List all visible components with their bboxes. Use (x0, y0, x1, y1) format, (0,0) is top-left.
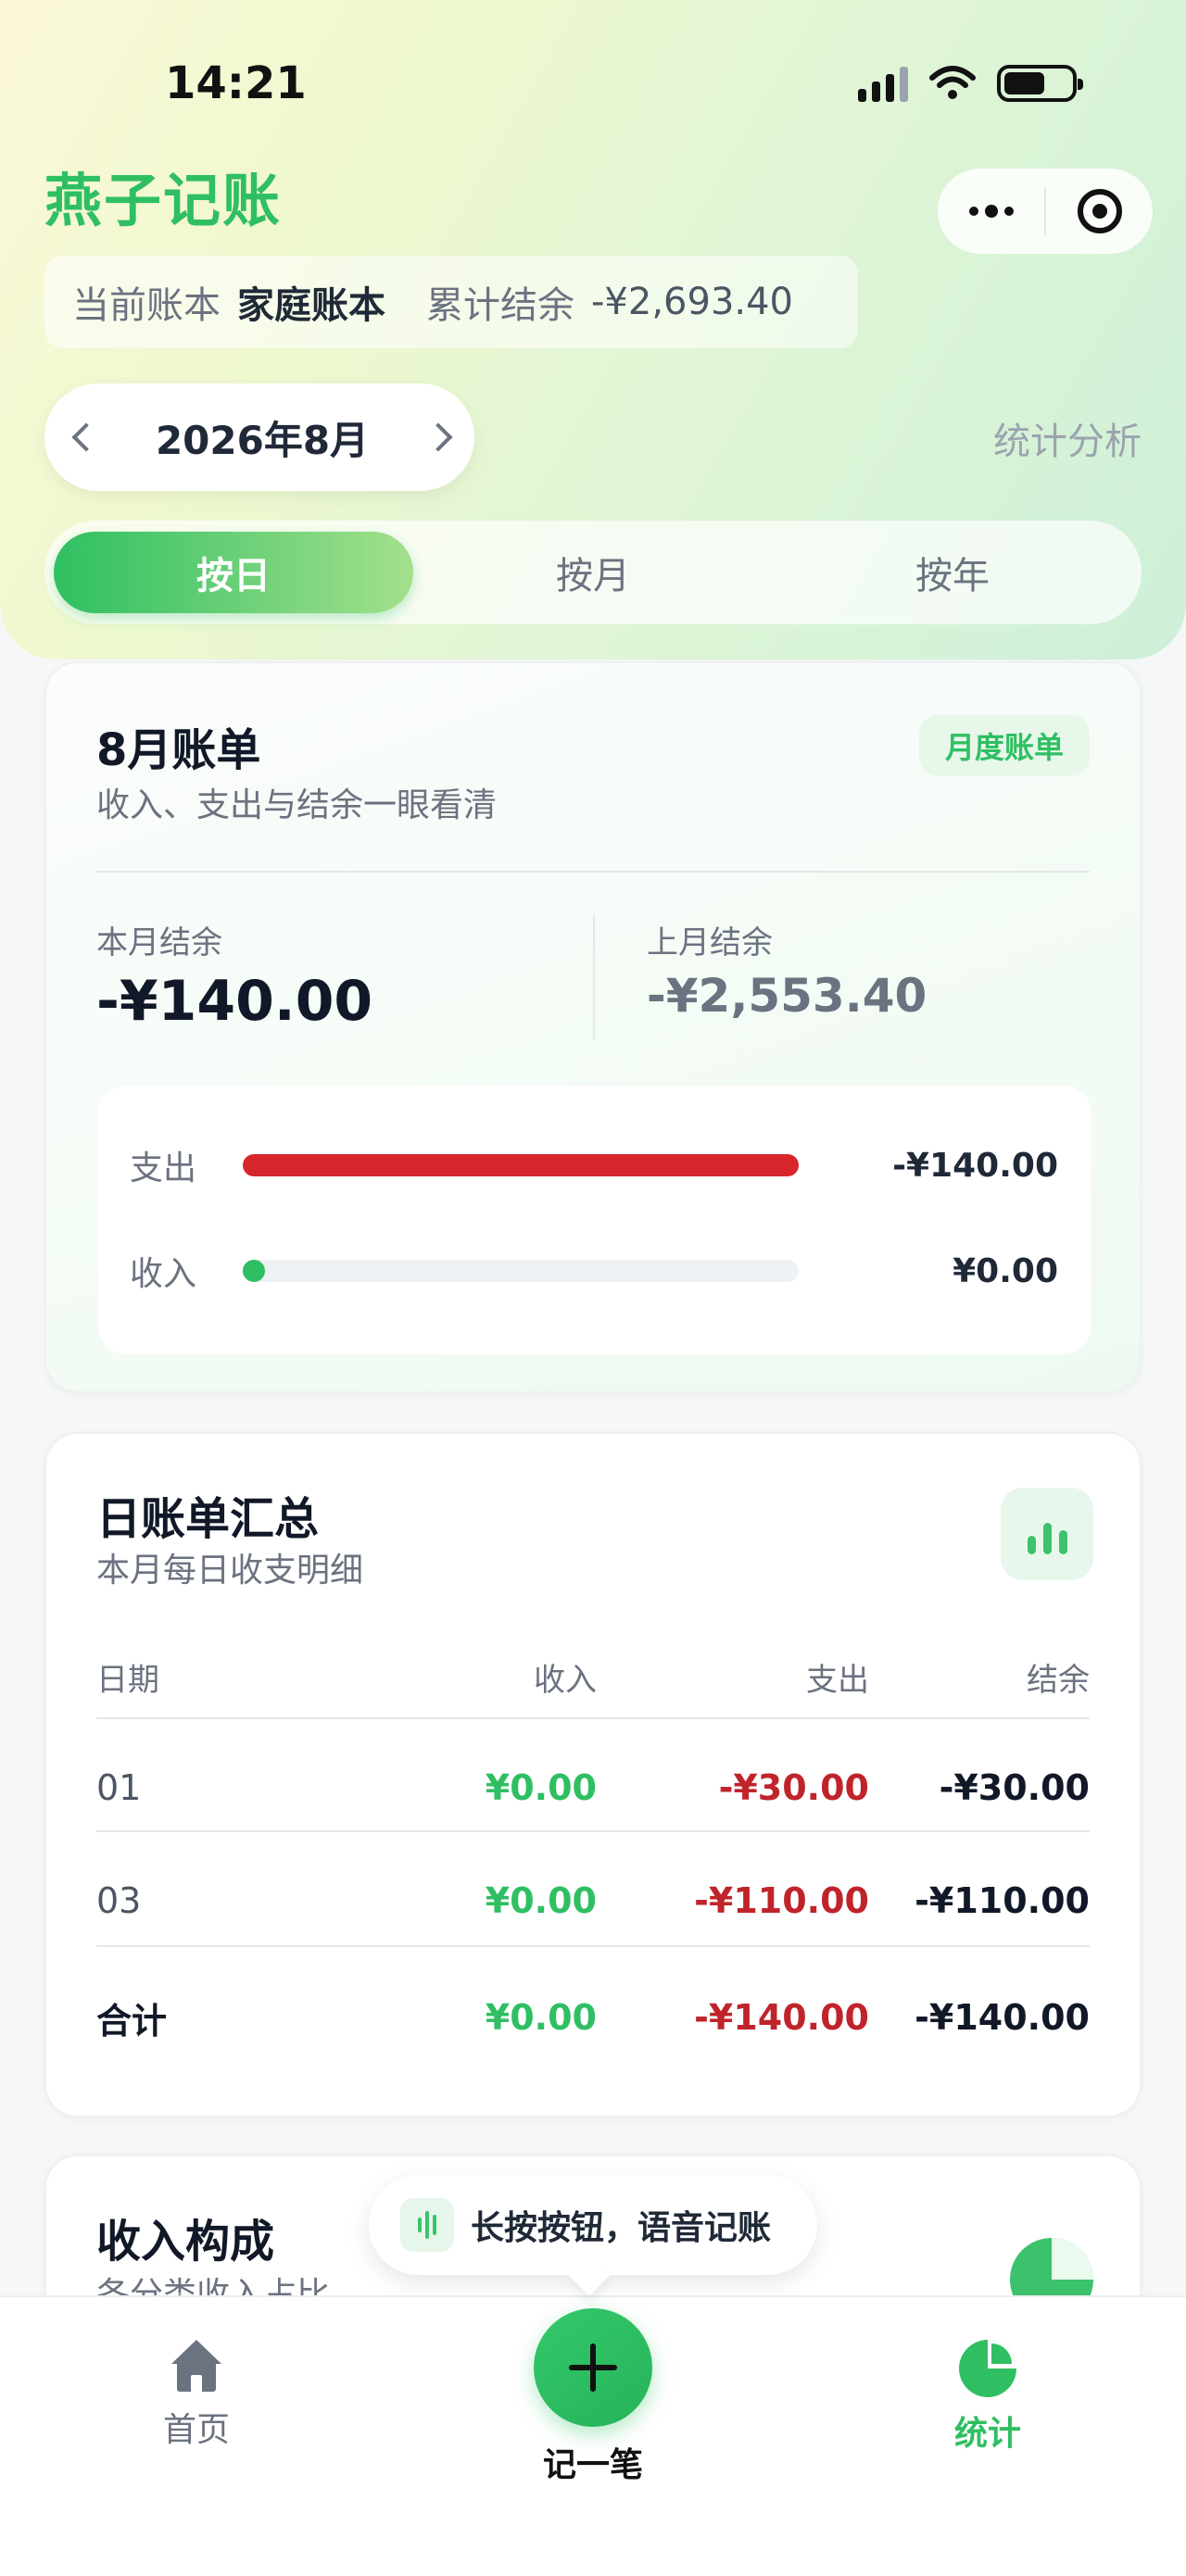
row-balance: -¥30.00 (939, 1767, 1090, 1808)
row-income: ¥0.00 (485, 1880, 597, 1921)
more-icon (968, 205, 1014, 218)
last-month-balance-value: -¥2,553.40 (647, 969, 927, 1023)
card-divider (96, 871, 1090, 873)
book-label: 当前账本 (72, 284, 221, 327)
daily-summary-card: 日账单汇总 本月每日收支明细 日期 收入 支出 结余 01 ¥0.00 -¥30… (44, 1432, 1142, 2117)
total-income: ¥0.00 (485, 1997, 597, 2038)
tab-home-label: 首页 (162, 2411, 230, 2449)
table-total-row: 合计 ¥0.00 -¥140.00 -¥140.00 (96, 1990, 1090, 2045)
row-date: 01 (96, 1767, 142, 1808)
month-label[interactable]: 2026年8月 (156, 409, 369, 466)
period-segment: 按日 按月 按年 (44, 521, 1142, 624)
total-expense: -¥140.00 (694, 1997, 869, 2038)
col-date: 日期 (96, 1661, 159, 1699)
daily-card-title: 日账单汇总 (96, 1493, 320, 1545)
tab-stats[interactable]: 统计 (895, 2340, 1080, 2455)
table-row[interactable]: 01 ¥0.00 -¥30.00 -¥30.00 (96, 1760, 1090, 1816)
stats-analysis-link[interactable]: 统计分析 (993, 411, 1142, 465)
pie-chart-icon (959, 2340, 1016, 2397)
total-balance-label: 累计结余 (426, 284, 574, 327)
expense-bar-value: -¥140.00 (892, 1146, 1058, 1185)
tab-monthly[interactable]: 按月 (413, 532, 773, 613)
app-title: 燕子记账 (44, 167, 283, 234)
monthly-card-title: 8月账单 (96, 724, 261, 776)
col-balance: 结余 (1027, 1661, 1090, 1699)
miniprogram-capsule (938, 169, 1153, 254)
row-expense: -¥110.00 (694, 1880, 869, 1921)
daily-card-subtitle: 本月每日收支明细 (96, 1552, 364, 1590)
total-label: 合计 (96, 2000, 168, 2042)
book-info-bar[interactable]: 当前账本 家庭账本 累计结余 -¥2,693.40 (44, 256, 858, 348)
add-record-label[interactable]: 记一笔 (500, 2438, 686, 2486)
income-bar-value: ¥0.00 (953, 1251, 1058, 1290)
prev-month-icon[interactable] (71, 422, 101, 452)
wifi-icon (929, 66, 976, 99)
target-icon (1077, 189, 1122, 233)
col-expense: 支出 (806, 1661, 869, 1699)
monthly-bill-badge: 月度账单 (918, 715, 1090, 776)
expense-bar-label: 支出 (130, 1150, 197, 1187)
last-month-balance-label: 上月结余 (647, 924, 773, 961)
income-bar-label: 收入 (130, 1255, 197, 1293)
close-miniprogram-button[interactable] (1046, 169, 1153, 254)
plus-icon (569, 2344, 617, 2392)
status-time: 14:21 (165, 57, 307, 109)
voice-tip-tooltip: 长按按钮，语音记账 (369, 2175, 817, 2275)
row-expense: -¥30.00 (718, 1767, 869, 1808)
add-record-button[interactable] (534, 2308, 652, 2427)
table-divider (96, 1717, 1090, 1719)
income-bar-track (243, 1260, 799, 1282)
income-bar-row: 收入 ¥0.00 (98, 1243, 1091, 1299)
more-button[interactable] (938, 169, 1044, 254)
bottom-tabbar: 首页 记一笔 统计 (0, 2295, 1186, 2576)
balance-divider (593, 913, 595, 1039)
col-income: 收入 (534, 1661, 597, 1699)
voice-wave-icon (400, 2198, 454, 2252)
bar-chart-button[interactable] (1001, 1488, 1093, 1580)
row-date: 03 (96, 1880, 142, 1921)
table-row[interactable]: 03 ¥0.00 -¥110.00 -¥110.00 (96, 1873, 1090, 1929)
expense-bar-track (243, 1154, 799, 1176)
expense-bar-fill (243, 1154, 799, 1176)
row-income: ¥0.00 (485, 1767, 597, 1808)
total-balance: -¥140.00 (915, 1997, 1090, 2038)
expense-bar-row: 支出 -¥140.00 (98, 1137, 1091, 1193)
book-name: 家庭账本 (237, 284, 385, 327)
battery-icon (997, 65, 1083, 102)
this-month-balance-label: 本月结余 (96, 924, 222, 961)
signal-icon (858, 65, 908, 102)
tab-home[interactable]: 首页 (104, 2340, 289, 2451)
voice-tip-text: 长按按钮，语音记账 (471, 2209, 772, 2247)
monthly-card-subtitle: 收入、支出与结余一眼看清 (96, 786, 498, 824)
monthly-bill-card: 8月账单 收入、支出与结余一眼看清 月度账单 本月结余 -¥140.00 上月结… (44, 661, 1142, 1393)
tab-yearly[interactable]: 按年 (773, 532, 1132, 613)
income-card-title: 收入构成 (96, 2216, 275, 2268)
table-divider (96, 1945, 1090, 1947)
income-bar-fill (243, 1260, 265, 1282)
month-selector: 2026年8月 (44, 383, 474, 491)
tab-daily[interactable]: 按日 (54, 532, 413, 613)
total-balance-value: -¥2,693.40 (591, 281, 794, 323)
next-month-icon[interactable] (423, 422, 453, 452)
bar-chart-icon (1027, 1523, 1067, 1554)
income-expense-bars: 支出 -¥140.00 收入 ¥0.00 (98, 1086, 1091, 1354)
this-month-balance-value: -¥140.00 (96, 969, 373, 1034)
tab-stats-label: 统计 (953, 2415, 1021, 2453)
status-icons (858, 65, 1083, 102)
row-balance: -¥110.00 (915, 1880, 1090, 1921)
home-icon (171, 2340, 221, 2394)
table-header: 日期 收入 支出 结余 (96, 1649, 1090, 1704)
table-divider (96, 1830, 1090, 1832)
